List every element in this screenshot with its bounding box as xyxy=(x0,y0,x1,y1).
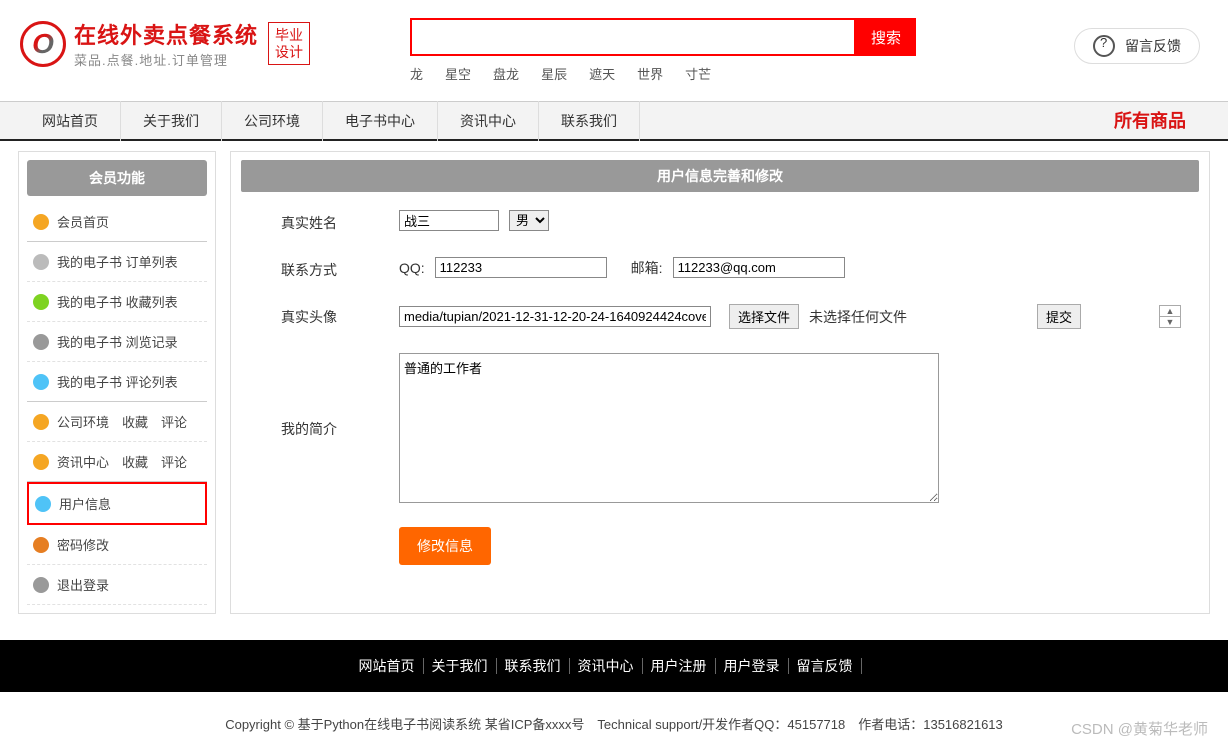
menu-icon xyxy=(33,214,49,230)
no-file-text: 未选择任何文件 xyxy=(809,307,907,327)
hot-keywords: 龙 星空 盘龙 星辰 遮天 世界 寸芒 xyxy=(410,64,916,83)
hot-keyword[interactable]: 盘龙 xyxy=(493,67,519,82)
sidebar-title: 会员功能 xyxy=(27,160,207,196)
bio-textarea[interactable]: 普通的工作者 xyxy=(399,353,939,503)
watermark: CSDN @黄菊华老师 xyxy=(1071,718,1208,739)
sidebar-item[interactable]: 会员首页 xyxy=(27,202,207,242)
hot-keyword[interactable]: 遮天 xyxy=(589,67,615,82)
sidebar-item[interactable]: 我的电子书 浏览记录 xyxy=(27,322,207,362)
menu-icon xyxy=(33,414,49,430)
footer-nav: 网站首页关于我们联系我们资讯中心用户注册用户登录留言反馈 xyxy=(0,640,1228,692)
nav-item[interactable]: 联系我们 xyxy=(539,101,640,141)
nav-item[interactable]: 关于我们 xyxy=(121,101,222,141)
menu-icon xyxy=(35,496,51,512)
footer-link[interactable]: 网站首页 xyxy=(351,658,424,674)
sidebar-item[interactable]: 公司环境 收藏 评论 xyxy=(27,402,207,442)
label-avatar: 真实头像 xyxy=(281,304,399,327)
menu-icon xyxy=(33,577,49,593)
sidebar-item[interactable]: 资讯中心 收藏 评论 xyxy=(27,442,207,482)
nav-item[interactable]: 资讯中心 xyxy=(438,101,539,141)
chevron-up-icon: ▲ xyxy=(1160,306,1180,317)
logo[interactable]: O 在线外卖点餐系统 菜品.点餐.地址.订单管理 毕业设计 xyxy=(20,18,310,69)
hot-keyword[interactable]: 星辰 xyxy=(541,67,567,82)
qq-input[interactable] xyxy=(435,257,607,278)
menu-icon xyxy=(33,254,49,270)
menu-icon xyxy=(33,537,49,553)
chevron-down-icon: ▼ xyxy=(1160,317,1180,327)
sidebar-item[interactable]: 退出登录 xyxy=(27,565,207,605)
footer-link[interactable]: 留言反馈 xyxy=(789,658,862,674)
nav-item[interactable]: 网站首页 xyxy=(20,101,121,141)
sidebar-item[interactable]: 密码修改 xyxy=(27,525,207,565)
support-icon xyxy=(1093,35,1115,57)
sidebar-item[interactable]: 我的电子书 收藏列表 xyxy=(27,282,207,322)
footer-link[interactable]: 联系我们 xyxy=(497,658,570,674)
menu-icon xyxy=(33,294,49,310)
sidebar: 会员功能 会员首页我的电子书 订单列表我的电子书 收藏列表我的电子书 浏览记录我… xyxy=(18,151,216,614)
footer-link[interactable]: 用户注册 xyxy=(643,658,716,674)
nav-item[interactable]: 电子书中心 xyxy=(323,101,438,141)
footer-copyright: Copyright © 基于Python在线电子书阅读系统 某省ICP备xxxx… xyxy=(0,692,1228,755)
choose-file-button[interactable]: 选择文件 xyxy=(729,304,799,329)
hot-keyword[interactable]: 世界 xyxy=(637,67,663,82)
menu-icon xyxy=(33,454,49,470)
sidebar-item[interactable]: 我的电子书 评论列表 xyxy=(27,362,207,402)
hot-keyword[interactable]: 寸芒 xyxy=(685,67,711,82)
nav-all-products[interactable]: 所有商品 xyxy=(1092,101,1208,141)
brand-title: 在线外卖点餐系统 xyxy=(74,18,258,50)
gender-select[interactable]: 男 xyxy=(509,210,549,231)
sidebar-item[interactable]: 用户信息 xyxy=(27,482,207,525)
panel-title: 用户信息完善和修改 xyxy=(241,160,1199,192)
feedback-button[interactable]: 留言反馈 xyxy=(1074,28,1200,64)
avatar-path-input[interactable] xyxy=(399,306,711,327)
menu-icon xyxy=(33,374,49,390)
email-input[interactable] xyxy=(673,257,845,278)
brand-sub: 菜品.点餐.地址.订单管理 xyxy=(74,50,258,69)
label-contact: 联系方式 xyxy=(281,257,399,280)
nav-item[interactable]: 公司环境 xyxy=(222,101,323,141)
footer-link[interactable]: 资讯中心 xyxy=(570,658,643,674)
save-button[interactable]: 修改信息 xyxy=(399,527,491,565)
main-nav: 网站首页关于我们公司环境电子书中心资讯中心联系我们 所有商品 xyxy=(0,101,1228,141)
content-panel: 用户信息完善和修改 真实姓名 男 联系方式 QQ: 邮箱: 真实头像 xyxy=(230,151,1210,614)
menu-icon xyxy=(33,334,49,350)
label-bio: 我的简介 xyxy=(281,353,399,439)
submit-button[interactable]: 提交 xyxy=(1037,304,1081,329)
footer-link[interactable]: 用户登录 xyxy=(716,658,789,674)
name-input[interactable] xyxy=(399,210,499,231)
label-name: 真实姓名 xyxy=(281,210,399,233)
badge: 毕业设计 xyxy=(268,22,310,66)
hot-keyword[interactable]: 星空 xyxy=(445,67,471,82)
sidebar-item[interactable]: 我的电子书 订单列表 xyxy=(27,242,207,282)
search-input[interactable] xyxy=(410,18,856,56)
search-button[interactable]: 搜索 xyxy=(856,18,916,56)
footer-link[interactable]: 关于我们 xyxy=(424,658,497,674)
hot-keyword[interactable]: 龙 xyxy=(410,67,423,82)
stepper[interactable]: ▲▼ xyxy=(1159,305,1181,328)
